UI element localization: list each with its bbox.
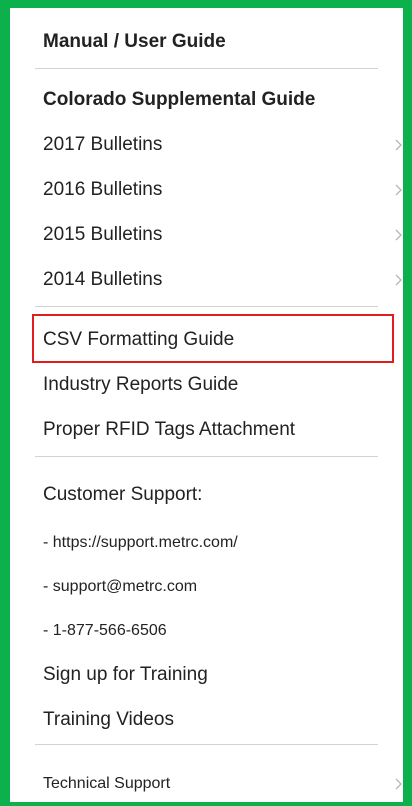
chevron-right-icon xyxy=(395,229,402,241)
chevron-right-icon xyxy=(395,778,402,790)
chevron-right-icon xyxy=(395,139,402,151)
menu-item-industry-reports-guide[interactable]: Industry Reports Guide xyxy=(43,373,238,397)
menu-item-training-videos[interactable]: Training Videos xyxy=(43,708,174,732)
customer-support-heading: Customer Support: xyxy=(43,484,203,505)
menu-item-colorado-guide[interactable]: Colorado Supplemental Guide xyxy=(43,88,315,112)
menu-item-rfid-tags-attachment[interactable]: Proper RFID Tags Attachment xyxy=(43,418,295,442)
menu-item-technical-support[interactable]: Technical Support xyxy=(43,772,170,796)
highlight-box xyxy=(32,314,394,363)
separator xyxy=(35,306,378,307)
chevron-right-icon xyxy=(395,184,402,196)
chevron-right-icon xyxy=(395,274,402,286)
menu-item-sign-up-training[interactable]: Sign up for Training xyxy=(43,663,208,687)
separator xyxy=(35,456,378,457)
support-phone: - 1-877-566-6506 xyxy=(43,622,167,639)
separator xyxy=(35,68,378,69)
menu-item-2015-bulletins[interactable]: 2015 Bulletins xyxy=(43,223,162,247)
support-email-link[interactable]: - support@metrc.com xyxy=(43,575,197,599)
menu-item-2014-bulletins[interactable]: 2014 Bulletins xyxy=(43,268,162,292)
support-url-link[interactable]: - https://support.metrc.com/ xyxy=(43,531,238,555)
separator xyxy=(35,744,378,745)
menu-item-2016-bulletins[interactable]: 2016 Bulletins xyxy=(43,178,162,202)
menu-item-manual[interactable]: Manual / User Guide xyxy=(43,30,226,54)
menu-item-2017-bulletins[interactable]: 2017 Bulletins xyxy=(43,133,162,157)
